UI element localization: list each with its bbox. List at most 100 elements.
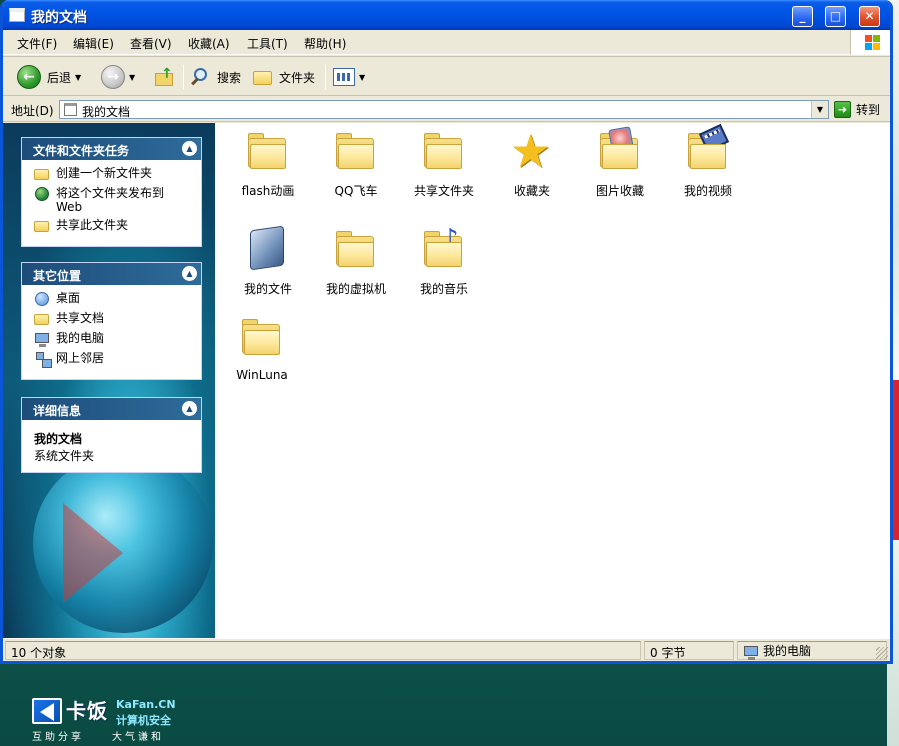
status-count: 10 个对象 (5, 641, 641, 660)
item-videos[interactable]: 我的视频 (663, 123, 753, 199)
place-shared-docs[interactable]: 共享文档 (34, 311, 193, 327)
desktop-icon (34, 291, 50, 307)
folder-icon (244, 128, 292, 176)
item-label: 我的音乐 (419, 282, 468, 296)
details-header[interactable]: 详细信息 ▲ (22, 398, 201, 420)
task-new-folder[interactable]: 创建一个新文件夹 (34, 166, 193, 182)
item-winluna[interactable]: WinLuna (217, 314, 307, 382)
item-label: QQ飞车 (334, 184, 378, 198)
place-network-label: 网上邻居 (56, 351, 105, 365)
place-my-computer[interactable]: 我的电脑 (34, 331, 193, 347)
collapse-icon[interactable]: ▲ (182, 141, 197, 156)
search-icon (191, 67, 211, 87)
forward-button[interactable]: → ▼ (101, 65, 135, 89)
item-favorites[interactable]: ★ 收藏夹 (487, 128, 577, 199)
explorer-window: 我的文档 _ □ ✕ 文件(F) 编辑(E) 查看(V) 收藏(A) 工具(T)… (0, 0, 893, 664)
folder-icon (238, 314, 286, 362)
search-label: 搜索 (217, 70, 242, 85)
status-size: 0 字节 (644, 641, 734, 660)
maximize-button[interactable]: □ (825, 6, 846, 27)
up-folder-icon: ↑ (155, 67, 175, 87)
task-new-folder-label: 创建一个新文件夹 (56, 166, 153, 180)
videos-folder-icon (684, 123, 732, 176)
menu-bar: 文件(F) 编辑(E) 查看(V) 收藏(A) 工具(T) 帮助(H) (3, 30, 890, 55)
details-title: 详细信息 (33, 404, 82, 418)
task-share-folder-label: 共享此文件夹 (56, 218, 129, 232)
folders-button[interactable]: 文件夹 (253, 65, 315, 89)
brand-tagline-2: 大气谦和 (112, 732, 164, 743)
task-publish-web[interactable]: 将这个文件夹发布到 Web (34, 186, 193, 214)
forward-dropdown-icon[interactable]: ▼ (129, 73, 135, 82)
resize-grip[interactable] (876, 647, 888, 659)
close-button[interactable]: ✕ (859, 6, 880, 27)
brand-name: 卡饭 (66, 699, 108, 723)
back-arrow-icon: ← (17, 65, 41, 89)
item-label: 共享文件夹 (413, 184, 474, 198)
file-tasks-panel: 文件和文件夹任务 ▲ 创建一个新文件夹 将这个文件夹发布到 Web 共享此文件夹 (21, 137, 202, 247)
shared-docs-icon (34, 311, 50, 327)
item-flash[interactable]: flash动画 (223, 128, 313, 199)
folder-icon (332, 226, 380, 274)
item-label: 我的视频 (683, 184, 732, 198)
item-shared[interactable]: 共享文件夹 (399, 128, 489, 199)
item-qq[interactable]: QQ飞车 (311, 128, 401, 199)
computer-icon (743, 644, 758, 660)
views-button[interactable]: ▼ (333, 65, 365, 89)
details-name: 我的文档 (34, 432, 83, 446)
window-title: 我的文档 (31, 10, 87, 26)
menu-favorites[interactable]: 收藏(A) (188, 35, 230, 52)
address-label: 地址(D) (11, 104, 54, 118)
back-dropdown-icon[interactable]: ▼ (75, 73, 81, 82)
task-publish-web-label: 将这个文件夹发布到 Web (56, 186, 165, 214)
file-tasks-title: 文件和文件夹任务 (33, 144, 130, 158)
address-value: 我的文档 (82, 105, 131, 119)
menu-file[interactable]: 文件(F) (17, 35, 57, 52)
file-tasks-header[interactable]: 文件和文件夹任务 ▲ (22, 138, 201, 160)
network-icon (34, 351, 52, 368)
status-bar: 10 个对象 0 字节 我的电脑 (3, 638, 890, 661)
menu-edit[interactable]: 编辑(E) (73, 35, 114, 52)
search-button[interactable]: 搜索 (191, 65, 241, 89)
menu-view[interactable]: 查看(V) (130, 35, 172, 52)
wallpaper-chevron (63, 503, 123, 603)
item-vm[interactable]: 我的虚拟机 (311, 226, 401, 297)
brand-tagline-1: 互助分享 (32, 732, 84, 743)
kafan-watermark: 卡饭 KaFan.CN 计算机安全 互助分享 大气谦和 (30, 694, 190, 744)
place-desktop[interactable]: 桌面 (34, 291, 193, 307)
task-share-folder[interactable]: 共享此文件夹 (34, 218, 193, 234)
address-input[interactable]: 我的文档 ▼ (59, 100, 829, 119)
status-location-label: 我的电脑 (763, 644, 812, 658)
other-places-panel: 其它位置 ▲ 桌面 共享文档 我的电脑 网上邻居 (21, 262, 202, 380)
brand-site: KaFan.CN (116, 698, 176, 711)
up-folder-button[interactable]: ↑ (155, 65, 175, 89)
item-mydocs[interactable]: 我的文件 (223, 225, 313, 297)
computer-icon (34, 331, 50, 347)
views-dropdown-icon[interactable]: ▼ (359, 73, 365, 82)
place-my-computer-label: 我的电脑 (56, 331, 105, 345)
menu-tools[interactable]: 工具(T) (247, 35, 288, 52)
forward-arrow-icon: → (101, 65, 125, 89)
item-pictures[interactable]: 图片收藏 (575, 126, 665, 199)
place-desktop-label: 桌面 (56, 291, 81, 305)
other-places-title: 其它位置 (33, 269, 82, 283)
folder-icon (332, 128, 380, 176)
kafan-logo-icon (32, 698, 62, 724)
other-places-header[interactable]: 其它位置 ▲ (22, 263, 201, 285)
standard-toolbar: ← 后退 ▼ → ▼ ↑ 搜索 文件夹 ▼ (3, 56, 890, 96)
wallpaper-orb (33, 453, 213, 633)
task-pane: 文件和文件夹任务 ▲ 创建一个新文件夹 将这个文件夹发布到 Web 共享此文件夹 (3, 123, 215, 638)
item-music[interactable]: ♪ 我的音乐 (399, 226, 489, 297)
back-button[interactable]: ← 后退 ▼ (17, 65, 81, 89)
place-network[interactable]: 网上邻居 (34, 351, 193, 368)
item-label: flash动画 (241, 184, 295, 198)
go-button[interactable]: ➜ 转到 (834, 100, 880, 119)
title-bar[interactable]: 我的文档 _ □ ✕ (3, 0, 890, 30)
address-dropdown-icon[interactable]: ▼ (811, 101, 828, 118)
star-icon: ★ (510, 124, 552, 178)
minimize-button[interactable]: _ (792, 6, 813, 27)
collapse-icon[interactable]: ▲ (182, 401, 197, 416)
menu-help[interactable]: 帮助(H) (304, 35, 346, 52)
folder-address-icon (64, 103, 77, 116)
views-icon (333, 68, 355, 86)
collapse-icon[interactable]: ▲ (182, 266, 197, 281)
